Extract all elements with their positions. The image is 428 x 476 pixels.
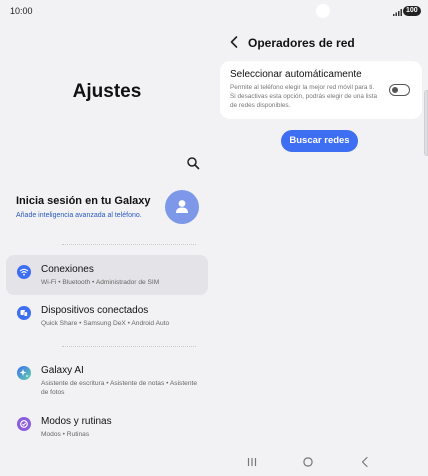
back-icon[interactable] [358,455,372,469]
settings-pane: Ajustes Inicia sesión en tu Galaxy Añade… [0,22,214,452]
modes-icon [17,417,31,431]
menu-item-subtitle: Wi-Fi • Bluetooth • Administrador de SIM [41,279,160,286]
menu-item-subtitle: Modos • Rutinas [41,431,90,438]
wifi-icon [17,265,31,279]
galaxy-ai-icon [17,366,31,380]
signin-title[interactable]: Inicia sesión en tu Galaxy [16,195,151,207]
person-icon [176,200,188,213]
menu-item-dispositivos-conectados[interactable]: Dispositivos conectados Quick Share • Sa… [6,296,208,336]
menu-item-label: Dispositivos conectados [41,305,149,316]
auto-select-title: Seleccionar automáticamente [230,69,362,80]
recent-apps-icon[interactable] [245,455,259,469]
camera-cutout [316,4,330,18]
status-time: 10:00 [10,6,33,16]
battery-indicator: 100 [403,6,421,16]
devices-icon [17,306,31,320]
signal-icon [393,9,402,16]
menu-item-label: Conexiones [41,264,94,275]
search-networks-button[interactable]: Buscar redes [281,130,358,152]
menu-item-galaxy-ai[interactable]: Galaxy AI Asistente de escritura • Asist… [6,356,208,396]
menu-item-conexiones[interactable]: Conexiones Wi-Fi • Bluetooth • Administr… [6,255,208,295]
divider [62,244,196,245]
toggle-knob [392,86,398,93]
search-icon[interactable] [186,156,200,170]
menu-item-label: Modos y rutinas [41,416,112,427]
navigation-bar [0,452,428,476]
signin-subtitle: Añade inteligencia avanzada al teléfono. [16,212,142,219]
screen-title: Operadores de red [248,36,355,50]
edge-panel-handle[interactable] [424,90,428,156]
menu-item-modos-rutinas[interactable]: Modos y rutinas Modos • Rutinas [6,407,208,447]
network-operators-pane: Operadores de red Seleccionar automática… [214,22,428,452]
auto-select-toggle[interactable] [389,84,410,96]
auto-select-description: Permite al teléfono elegir la mejor red … [230,84,378,109]
divider [62,346,196,347]
status-bar: 10:00 100 [0,0,428,22]
home-icon[interactable] [301,455,315,469]
page-title: Ajustes [72,81,142,102]
menu-item-subtitle: Quick Share • Samsung DeX • Android Auto [41,320,170,327]
avatar[interactable] [165,190,199,224]
back-arrow-icon[interactable] [227,34,241,50]
menu-item-subtitle: Asistente de escritura • Asistente de no… [41,380,197,396]
auto-select-card[interactable]: Seleccionar automáticamente Permite al t… [220,61,422,119]
menu-item-label: Galaxy AI [41,365,84,376]
